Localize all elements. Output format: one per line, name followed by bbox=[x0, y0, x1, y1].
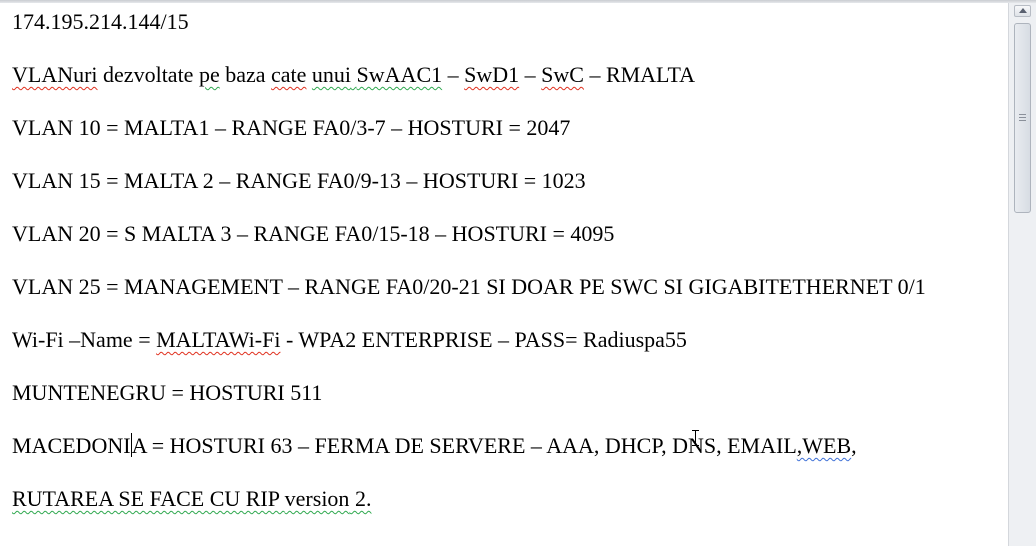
text-run: VLAN 15 = MALTA 2 – RANGE FA0/9-13 – HOS… bbox=[12, 168, 586, 193]
vertical-scrollbar[interactable] bbox=[1008, 3, 1036, 546]
grip-line bbox=[1019, 117, 1026, 118]
scroll-up-button[interactable] bbox=[1014, 5, 1031, 17]
ibeam-cursor-icon bbox=[692, 430, 699, 446]
text-run: baza bbox=[219, 62, 272, 87]
text-run: - WPA2 ENTERPRISE – PASS= bbox=[280, 327, 584, 352]
scroll-thumb[interactable] bbox=[1014, 23, 1031, 213]
text-line-vlan-20[interactable]: VLAN 20 = S MALTA 3 – RANGE FA0/15-18 – … bbox=[12, 221, 614, 247]
text-line-vlan-10[interactable]: VLAN 10 = MALTA1 – RANGE FA0/3-7 – HOSTU… bbox=[12, 115, 570, 141]
misspelled-word: SwD1 bbox=[464, 62, 520, 87]
text-run: Radiuspa55 bbox=[583, 327, 687, 352]
misspelled-word: SwC bbox=[541, 62, 584, 87]
text-run: VLAN 20 = S MALTA 3 – RANGE FA0/15-18 – … bbox=[12, 221, 615, 246]
grammar-flagged-word: SwAAC1 bbox=[356, 62, 443, 87]
text-run: – bbox=[519, 62, 542, 87]
document-window: 174.195.214.144/15 VLANuri dezvoltate pe… bbox=[0, 0, 1036, 546]
text-run: Wi-Fi –Name = bbox=[12, 327, 157, 352]
text-run: VLAN 25 = MANAGEMENT – RANGE FA0/20-21 S… bbox=[12, 274, 926, 299]
context-flagged-word: ,WEB bbox=[796, 433, 852, 458]
grammar-flagged-word: pe bbox=[198, 62, 220, 87]
text-run: dezvoltate bbox=[97, 62, 199, 87]
document-page[interactable]: 174.195.214.144/15 VLANuri dezvoltate pe… bbox=[0, 3, 1008, 546]
text-line-wifi[interactable]: Wi-Fi –Name = MALTAWi-Fi - WPA2 ENTERPRI… bbox=[12, 327, 687, 353]
misspelled-word: VLANuri bbox=[12, 62, 98, 87]
text-line-subnet[interactable]: 174.195.214.144/15 bbox=[12, 9, 189, 35]
misspelled-word: cate bbox=[271, 62, 307, 87]
text-run: VLAN 10 = MALTA1 – RANGE FA0/3-7 – HOSTU… bbox=[12, 115, 571, 140]
text-run: MUNTENEGRU = HOSTURI 511 bbox=[12, 380, 323, 405]
text-run: MACEDONI bbox=[12, 433, 131, 458]
grip-line bbox=[1019, 120, 1026, 121]
text-line-vlan-15[interactable]: VLAN 15 = MALTA 2 – RANGE FA0/9-13 – HOS… bbox=[12, 168, 586, 194]
grammar-flagged-word: unui bbox=[311, 62, 352, 87]
text-line-rutarea[interactable]: RUTAREA SE FACE CU RIP version 2. bbox=[12, 486, 371, 512]
text-run: – bbox=[442, 62, 465, 87]
text-line-vlans[interactable]: VLANuri dezvoltate pe baza cate unui SwA… bbox=[12, 62, 695, 88]
text-run: 174.195.214.144/15 bbox=[12, 9, 189, 34]
text-line-vlan-25[interactable]: VLAN 25 = MANAGEMENT – RANGE FA0/20-21 S… bbox=[12, 274, 926, 300]
text-line-macedonia[interactable]: MACEDONIA = HOSTURI 63 – FERMA DE SERVER… bbox=[12, 433, 857, 459]
grammar-flagged-phrase: 2. bbox=[349, 486, 372, 511]
misspelled-word: MALTAWi-Fi bbox=[156, 327, 281, 352]
grip-line bbox=[1019, 114, 1026, 115]
text-line-muntenegru[interactable]: MUNTENEGRU = HOSTURI 511 bbox=[12, 380, 322, 406]
grammar-flagged-phrase: RUTAREA SE FACE CU RIP bbox=[12, 486, 285, 511]
text-run: , bbox=[851, 433, 857, 458]
grammar-flagged-word: version bbox=[284, 486, 350, 511]
text-run: – RMALTA bbox=[583, 62, 696, 87]
